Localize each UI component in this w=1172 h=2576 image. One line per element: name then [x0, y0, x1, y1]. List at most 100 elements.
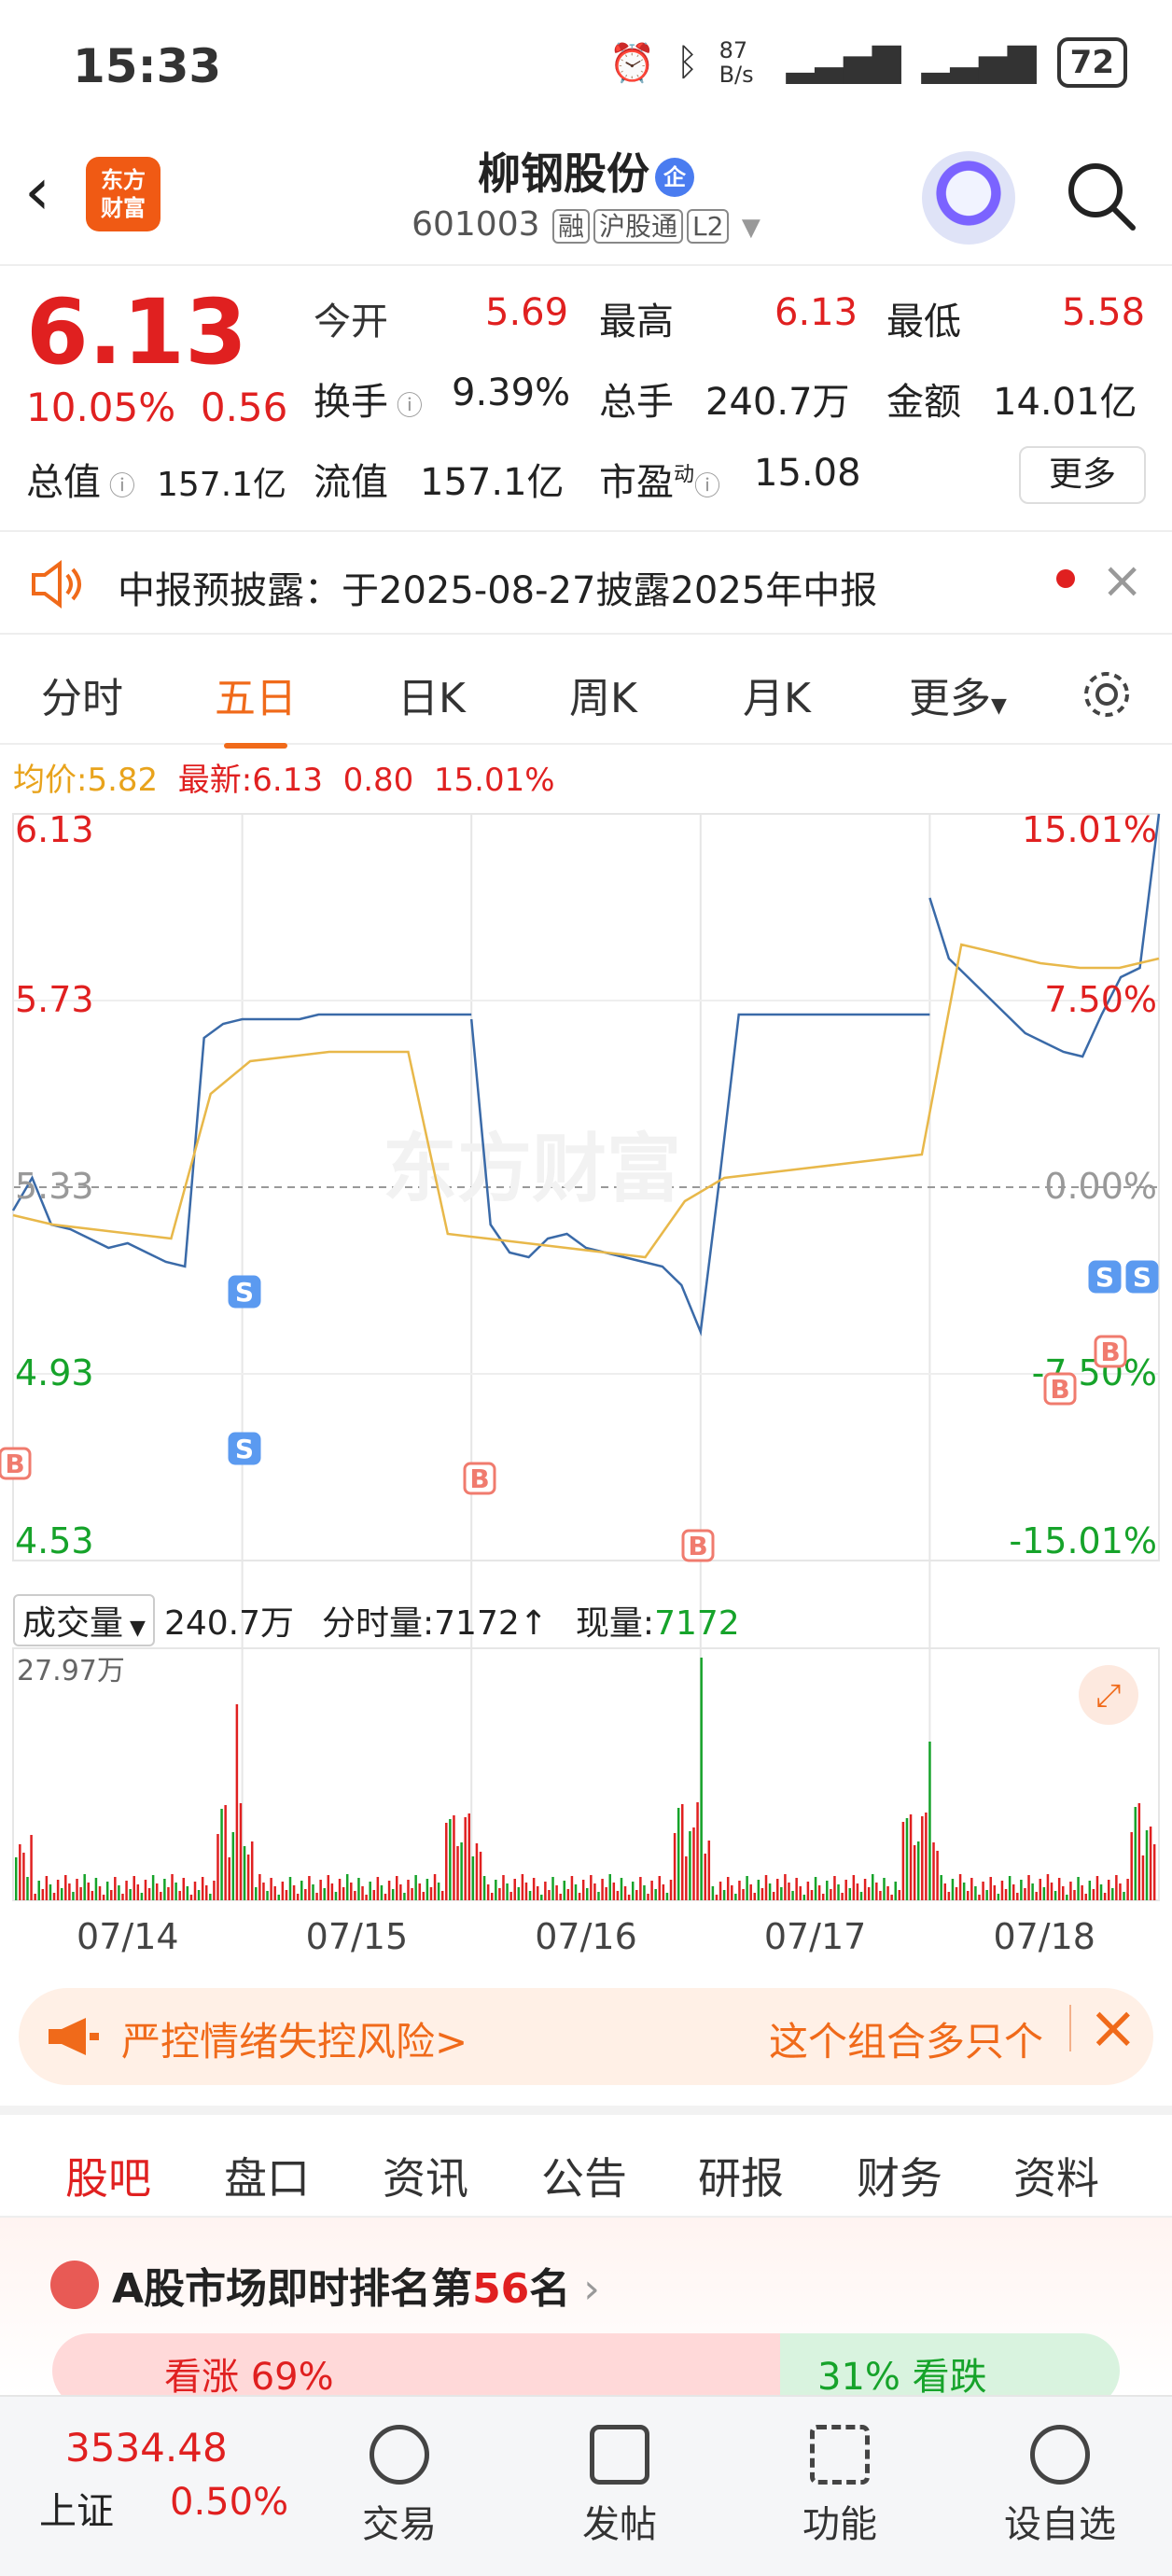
volume-bar	[574, 1884, 578, 1900]
tab-more[interactable]: 更多▼	[909, 665, 1007, 724]
volume-bar	[711, 1886, 715, 1900]
volume-bar	[98, 1886, 102, 1900]
volume-bar	[958, 1874, 962, 1900]
tab-monthly-k[interactable]: 月K	[743, 665, 811, 724]
volume-bar	[1027, 1875, 1030, 1900]
volume-bar	[692, 1827, 695, 1900]
volume-bar	[319, 1880, 322, 1900]
tab-finance[interactable]: 财务	[857, 2145, 942, 2206]
rank-chart-icon	[50, 2261, 99, 2309]
volume-bar	[502, 1875, 505, 1900]
tab-intraday[interactable]: 分时	[41, 665, 123, 724]
volume-bar	[94, 1878, 98, 1900]
volume-bar	[532, 1878, 536, 1900]
bluetooth-icon: ᛒ	[676, 41, 699, 84]
volume-bar	[1035, 1892, 1038, 1900]
trade-icon	[370, 2425, 429, 2485]
nav-post[interactable]: 发帖	[554, 2425, 685, 2548]
tab-research[interactable]: 研报	[698, 2145, 784, 2206]
indicator-select[interactable]: 成交量 ▼	[13, 1594, 155, 1646]
volume-bar	[334, 1892, 338, 1900]
more-dots-icon	[1030, 2425, 1090, 2485]
turnover-label[interactable]: 换手 ⓘ	[314, 371, 423, 426]
assistant-avatar[interactable]	[922, 151, 1015, 245]
volume-bar	[669, 1880, 673, 1900]
volume-bar	[1066, 1895, 1068, 1900]
volume-bar	[281, 1882, 285, 1900]
volume-bar	[879, 1891, 882, 1900]
tab-pankou[interactable]: 盘口	[224, 2145, 310, 2206]
edit-icon	[590, 2425, 649, 2485]
volume-bar	[193, 1882, 197, 1900]
volume-bar	[757, 1880, 760, 1900]
volume-bar	[414, 1875, 417, 1900]
volume-bar	[593, 1883, 596, 1900]
chevron-right-icon: ›	[570, 2265, 600, 2313]
volume-bar	[380, 1885, 384, 1900]
price-line	[928, 813, 1161, 1058]
latest-pct: 15.01%	[433, 762, 555, 799]
volume-bar	[772, 1892, 775, 1900]
volume-bar	[932, 1842, 935, 1900]
tab-weekly-k[interactable]: 周K	[569, 665, 637, 724]
volume-bar	[1000, 1881, 1004, 1900]
nav-watchlist[interactable]: 设自选	[995, 2425, 1125, 2548]
rank-number: 56	[472, 2265, 530, 2313]
current-volume: 现量:7172	[576, 1596, 740, 1645]
volume-bar	[548, 1890, 551, 1900]
volume-bar	[795, 1878, 798, 1900]
volume-bar	[586, 1888, 589, 1900]
volume-bar	[559, 1894, 562, 1900]
tab-five-day[interactable]: 五日	[215, 665, 297, 749]
volume-bar	[1008, 1876, 1012, 1900]
volume-bar	[391, 1889, 395, 1900]
volume-bar	[213, 1881, 216, 1900]
volume-bar	[821, 1894, 825, 1900]
volume-bar	[471, 1856, 475, 1900]
tab-daily-k[interactable]: 日K	[398, 665, 466, 724]
search-icon[interactable]	[1064, 159, 1138, 233]
pe-value: 15.08	[754, 452, 861, 495]
five-day-chart[interactable]: 东方财富6.135.735.334.934.5315.01%7.50%0.00%…	[0, 803, 1172, 1969]
open-stat: 今开	[314, 291, 388, 345]
index-pct[interactable]: 0.50%	[170, 2481, 288, 2524]
volume-bar	[859, 1892, 863, 1900]
volume-bar	[384, 1894, 387, 1900]
notice-bar[interactable]: 中报预披露：于2025-08-27披露2025年中报 ×	[0, 530, 1172, 635]
mktcap-label[interactable]: 总值 ⓘ	[26, 452, 135, 506]
nav-functions[interactable]: 功能	[774, 2425, 905, 2548]
change-pct: 10.05%	[26, 385, 176, 430]
close-icon[interactable]: ×	[1088, 1994, 1138, 2063]
volume-bar	[37, 1881, 40, 1900]
volume-bar	[456, 1846, 459, 1900]
volume-bar	[856, 1883, 859, 1900]
close-icon[interactable]: ×	[1101, 551, 1143, 609]
volume-bar	[916, 1841, 920, 1900]
tab-guba[interactable]: 股吧	[65, 2145, 151, 2231]
volume-bar	[570, 1876, 574, 1900]
more-button[interactable]: 更多	[1019, 446, 1146, 504]
index-value[interactable]: 3534.48	[65, 2425, 228, 2471]
volume-bar	[886, 1886, 889, 1900]
index-name[interactable]: 上证	[39, 2481, 114, 2535]
volume-bar	[1073, 1890, 1076, 1900]
open-value: 5.69	[485, 291, 569, 334]
status-time: 15:33	[73, 39, 222, 93]
volume-bar	[1081, 1885, 1083, 1900]
volume-bar	[1039, 1879, 1042, 1900]
tab-news[interactable]: 资讯	[383, 2145, 468, 2206]
tab-announcement[interactable]: 公告	[541, 2145, 627, 2206]
volume-bar	[118, 1885, 120, 1900]
volume-bar	[429, 1887, 433, 1900]
volume-bar	[45, 1876, 49, 1900]
gear-icon[interactable]	[1079, 666, 1135, 722]
pe-label[interactable]: 市盈动ⓘ	[599, 452, 720, 506]
volume-bar	[475, 1843, 479, 1900]
volume-bar	[760, 1888, 764, 1900]
nav-trade[interactable]: 交易	[334, 2425, 465, 2548]
volume-bar	[30, 1835, 33, 1900]
risk-banner[interactable]: 严控情绪失控风险> 这个组合多只个 ×	[19, 1988, 1153, 2085]
indicator-select-label: 成交量	[22, 1604, 124, 1643]
tab-profile[interactable]: 资料	[1013, 2145, 1099, 2206]
volume-bar	[361, 1886, 364, 1900]
